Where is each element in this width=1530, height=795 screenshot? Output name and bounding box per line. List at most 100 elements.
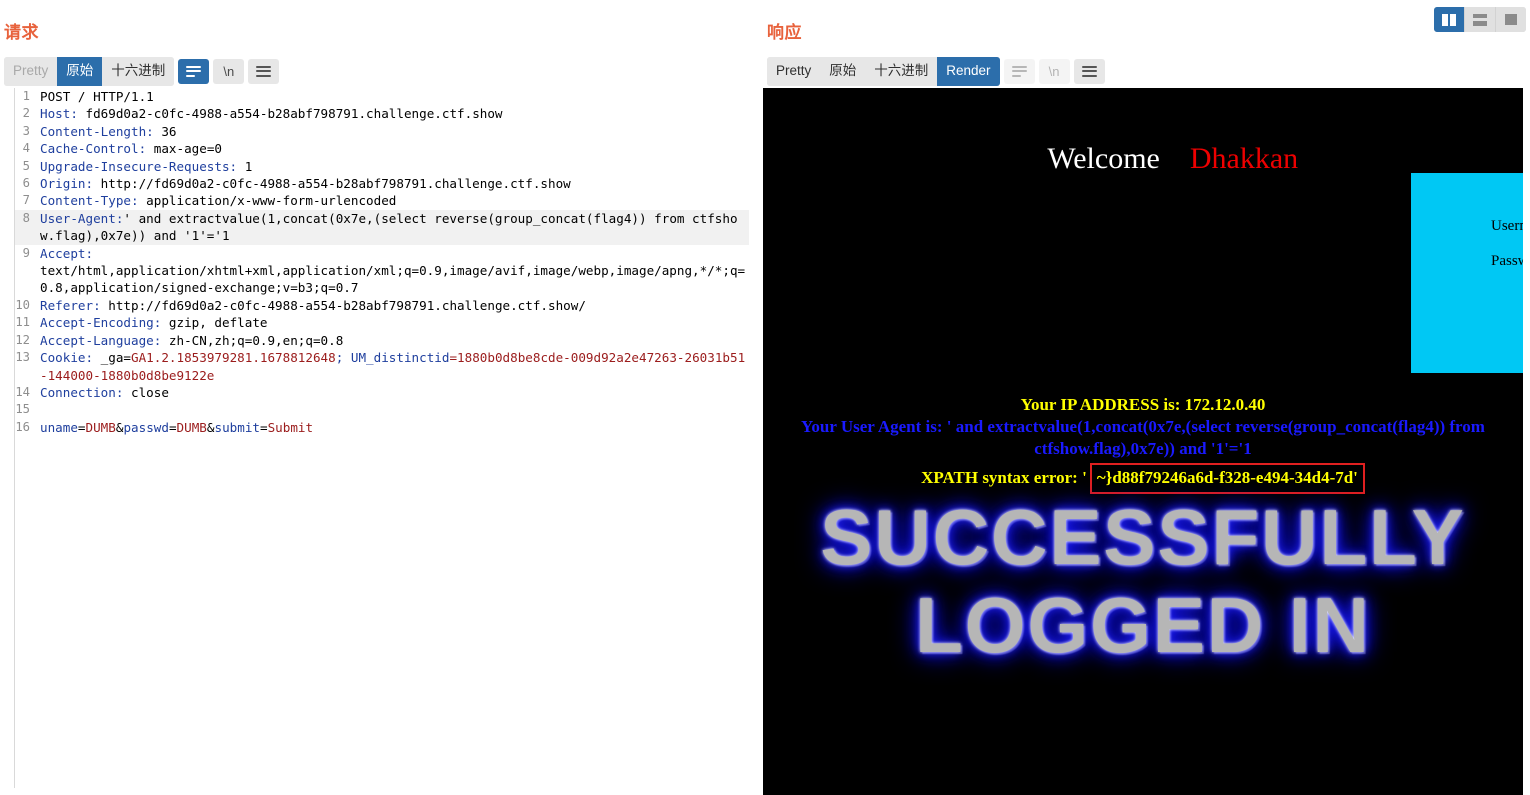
header-name: Host: [40, 106, 78, 122]
header-value: _ga= [93, 350, 131, 366]
layout-single-pane-button[interactable] [1495, 7, 1526, 32]
line-number: 12 [15, 332, 30, 347]
cookie-ga-value: GA1.2.1853979281.1678812648 [131, 350, 336, 366]
header-name: Accept: [40, 245, 94, 261]
line-text: Accept-Language: zh-CN,zh;q=0.9,en;q=0.8 [37, 332, 749, 349]
line-text: Connection: close [37, 384, 749, 401]
request-toolbar: Pretty 原始 十六进制 \n [4, 57, 280, 86]
response-tab-pretty[interactable]: Pretty [767, 57, 821, 86]
request-tab-hex[interactable]: 十六进制 [102, 57, 175, 86]
request-editor[interactable]: 1 POST / HTTP/1.1 2 Host: fd69d0a2-c0fc-… [14, 88, 749, 788]
request-tab-pretty[interactable]: Pretty [4, 57, 58, 86]
body-token: submit [214, 419, 260, 435]
header-value: ' and extractvalue(1,concat(0x7e,(select… [40, 210, 738, 244]
request-view-tabs: Pretty 原始 十六进制 [4, 57, 175, 86]
body-token: DUMB [85, 419, 116, 435]
response-panel-title: 响应 [767, 23, 802, 42]
code-line: 14 Connection: close [15, 384, 749, 401]
horizontal-split-icon [1473, 13, 1487, 26]
sqli-output-block: Your IP ADDRESS is: 172.12.0.40 Your Use… [763, 393, 1523, 494]
word-wrap-glyph [1011, 65, 1027, 77]
header-value: fd69d0a2-c0fc-4988-a554-b28abf798791.cha… [77, 106, 503, 122]
header-name: Accept-Language: [40, 332, 162, 348]
request-menu-button[interactable] [248, 58, 280, 84]
body-token: = [77, 419, 86, 435]
response-menu-button[interactable] [1073, 58, 1105, 84]
response-panel-header: 响应 Pretty 原始 十六进制 Render \n [763, 0, 1530, 88]
newline-icon: \n [223, 63, 235, 79]
response-view-tabs: Pretty 原始 十六进制 Render [767, 57, 1000, 86]
header-value: http://fd69d0a2-c0fc-4988-a554-b28abf798… [100, 297, 586, 313]
header-name: Accept-Encoding: [40, 315, 162, 331]
login-form-box: Username : Password : [1411, 173, 1523, 373]
request-panel: 请求 Pretty 原始 十六进制 \n 1 POST / HTTP/1.1 2… [0, 0, 763, 795]
response-toolbar: Pretty 原始 十六进制 Render \n [767, 57, 1105, 86]
layout-horizontal-split-button[interactable] [1464, 7, 1495, 32]
response-tab-render[interactable]: Render [937, 57, 1000, 86]
line-number: 13 [15, 350, 30, 365]
line-text: User-Agent:' and extractvalue(1,concat(0… [37, 210, 749, 245]
code-line: 3 Content-Length: 36 [15, 123, 749, 140]
request-word-wrap-icon[interactable] [178, 58, 210, 84]
body-token-list: uname=DUMB&passwd=DUMB&submit=Submit [40, 420, 313, 435]
password-label: Password : [1491, 253, 1523, 269]
header-name: Connection: [40, 384, 124, 400]
header-value: gzip, deflate [161, 315, 268, 331]
line-text: Accept-Encoding: gzip, deflate [37, 314, 749, 331]
line-text: Cookie: _ga=GA1.2.1853979281.1678812648;… [37, 349, 749, 384]
line-number: 9 [22, 245, 30, 260]
single-pane-icon [1505, 14, 1517, 25]
header-value: 1 [237, 158, 253, 174]
line-text: Content-Length: 36 [37, 123, 749, 140]
successfully-logged-in-banner: SUCCESSFULLY LOGGED IN [820, 493, 1466, 669]
line-text: Upgrade-Insecure-Requests: 1 [37, 158, 749, 175]
hamburger-icon [1081, 65, 1097, 77]
code-line: 12 Accept-Language: zh-CN,zh;q=0.9,en;q=… [15, 332, 749, 349]
response-render-view[interactable]: Welcome Dhakkan Username : Password : Yo… [763, 88, 1523, 795]
line-number: 1 [22, 89, 30, 103]
vertical-split-icon [1442, 13, 1456, 26]
line-number: 10 [15, 297, 30, 312]
response-newline-button: \n [1038, 58, 1070, 84]
header-value: application/x-www-form-urlencoded [138, 193, 397, 209]
request-tab-raw[interactable]: 原始 [57, 57, 103, 86]
header-name: Cache-Control: [40, 141, 147, 157]
line-text: POST / HTTP/1.1 [37, 88, 749, 105]
header-name: User-Agent: [40, 210, 124, 226]
welcome-gap [1160, 142, 1190, 175]
line-plain: POST / HTTP/1.1 [40, 89, 154, 104]
xpath-error-prefix: XPATH syntax error: ' [921, 468, 1087, 487]
line-number: 16 [15, 419, 30, 434]
line-number: 4 [22, 141, 30, 156]
header-value: max-age=0 [146, 141, 222, 157]
header-name: Content-Type: [40, 193, 139, 209]
xpath-error-value-box: ~}d88f79246a6d-f328-e494-34d4-7d' [1089, 463, 1365, 494]
line-text: Host: fd69d0a2-c0fc-4988-a554-b28abf7987… [37, 105, 749, 122]
line-number: 8 [22, 210, 30, 225]
ip-address-line: Your IP ADDRESS is: 172.12.0.40 [1020, 395, 1266, 414]
welcome-heading: Welcome Dhakkan [763, 108, 1523, 210]
line-number: 7 [22, 193, 30, 208]
code-line: 1 POST / HTTP/1.1 [15, 88, 749, 105]
response-tab-hex[interactable]: 十六进制 [865, 57, 938, 86]
code-line: 9 Accept: text/html,application/xhtml+xm… [15, 245, 749, 297]
line-number: 5 [22, 158, 30, 173]
line-number: 15 [15, 402, 30, 417]
hamburger-icon [256, 65, 272, 77]
line-number: 11 [15, 315, 30, 330]
body-token: = [259, 419, 268, 435]
cookie-umdistinct-name: ; UM_distinctid [335, 350, 450, 366]
xpath-error-line: XPATH syntax error: ' ~}d88f79246a6d-f328… [763, 463, 1523, 494]
response-tab-raw[interactable]: 原始 [820, 57, 866, 86]
header-value: zh-CN,zh;q=0.9,en;q=0.8 [161, 332, 344, 348]
body-token: passwd [123, 419, 169, 435]
request-newline-button[interactable]: \n [213, 58, 245, 84]
header-name: Cookie: [40, 350, 94, 366]
code-line: 5 Upgrade-Insecure-Requests: 1 [15, 158, 749, 175]
dhakkan-text: Dhakkan [1189, 142, 1299, 175]
code-line: 4 Cache-Control: max-age=0 [15, 140, 749, 157]
body-token: = [168, 419, 177, 435]
line-number: 6 [22, 176, 30, 191]
header-name: Origin: [40, 176, 94, 192]
layout-vertical-split-button[interactable] [1434, 7, 1464, 32]
